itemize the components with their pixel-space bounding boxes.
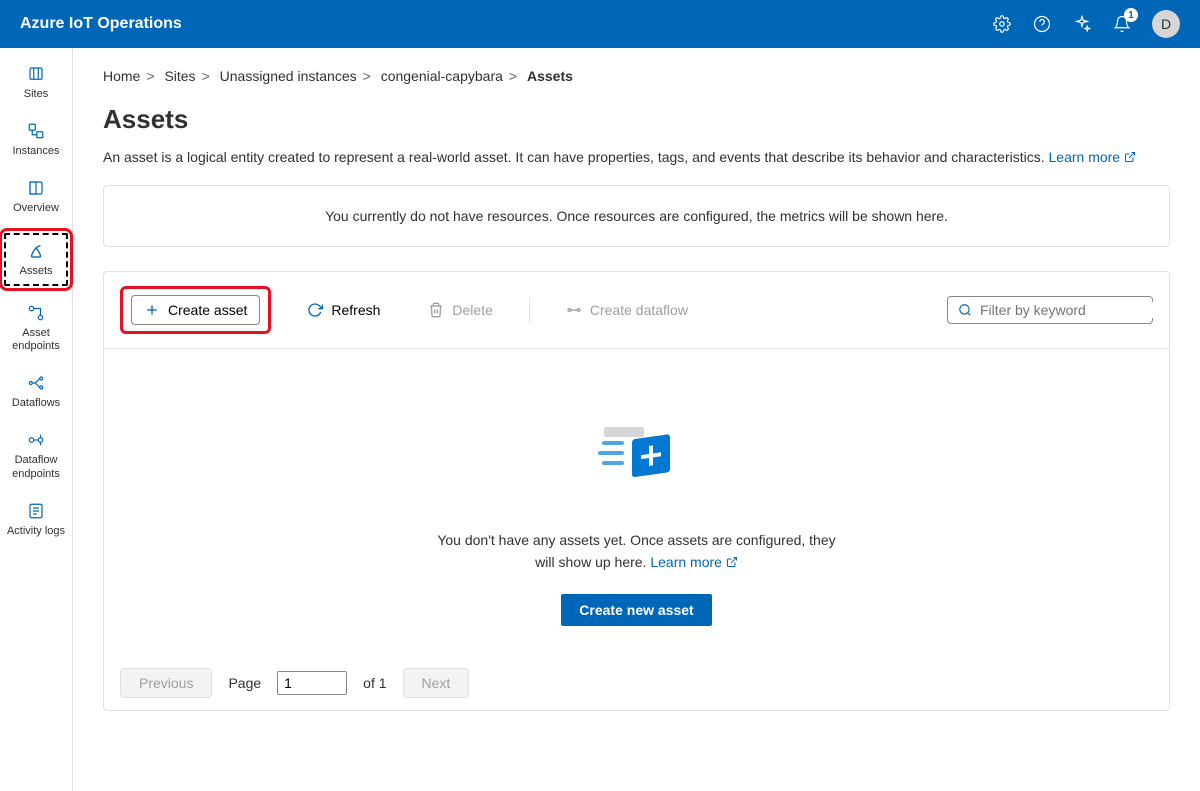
prev-button: Previous bbox=[120, 668, 212, 698]
sparkle-icon[interactable] bbox=[1072, 14, 1092, 34]
delete-button: Delete bbox=[416, 296, 504, 324]
notifications-icon[interactable]: 1 bbox=[1112, 14, 1132, 34]
search-icon bbox=[958, 303, 972, 317]
toolbar-divider bbox=[529, 297, 530, 323]
overview-icon bbox=[26, 178, 46, 198]
sidebar-item-label: Overview bbox=[13, 202, 59, 215]
refresh-icon bbox=[307, 302, 323, 318]
sidebar-item-dataflows[interactable]: Dataflows bbox=[4, 365, 68, 418]
empty-illustration bbox=[124, 409, 1149, 499]
sidebar-item-label: Dataflow endpoints bbox=[6, 454, 66, 480]
plus-icon bbox=[144, 302, 160, 318]
empty-text: You don't have any assets yet. Once asse… bbox=[427, 529, 847, 574]
search-box[interactable] bbox=[947, 296, 1153, 324]
create-dataflow-button: Create dataflow bbox=[554, 296, 700, 324]
breadcrumb: Home> Sites> Unassigned instances> conge… bbox=[103, 68, 1170, 84]
sidebar-item-dataflow-endpoints[interactable]: Dataflow endpoints bbox=[4, 422, 68, 488]
asset-endpoints-icon bbox=[26, 303, 46, 323]
dataflow-icon bbox=[566, 302, 582, 318]
avatar[interactable]: D bbox=[1152, 10, 1180, 38]
toolbar: Create asset Refresh Delete Create dataf… bbox=[104, 272, 1169, 349]
sidebar-item-label: Instances bbox=[12, 145, 59, 158]
search-input[interactable] bbox=[980, 302, 1161, 318]
external-link-icon bbox=[726, 556, 738, 568]
brand-title: Azure IoT Operations bbox=[20, 15, 182, 33]
settings-icon[interactable] bbox=[992, 14, 1012, 34]
create-asset-button[interactable]: Create asset bbox=[131, 295, 260, 325]
sidebar-item-asset-endpoints[interactable]: Asset endpoints bbox=[4, 295, 68, 361]
topbar-actions: 1 D bbox=[992, 10, 1180, 38]
sidebar-item-assets[interactable]: Assets bbox=[4, 233, 68, 286]
dataflow-endpoints-icon bbox=[26, 430, 46, 450]
top-bar: Azure IoT Operations 1 D bbox=[0, 0, 1200, 48]
sites-icon bbox=[26, 64, 46, 84]
activity-logs-icon bbox=[26, 501, 46, 521]
refresh-button[interactable]: Refresh bbox=[295, 296, 392, 324]
create-new-asset-button[interactable]: Create new asset bbox=[561, 594, 711, 626]
main-content: Home> Sites> Unassigned instances> conge… bbox=[73, 48, 1200, 791]
sidebar-item-label: Activity logs bbox=[7, 525, 65, 538]
next-button: Next bbox=[403, 668, 470, 698]
instances-icon bbox=[26, 121, 46, 141]
page-label: Page bbox=[228, 675, 261, 691]
sidebar-item-overview[interactable]: Overview bbox=[4, 170, 68, 223]
sidebar-item-label: Asset endpoints bbox=[6, 327, 66, 353]
learn-more-link[interactable]: Learn more bbox=[1049, 149, 1136, 165]
page-input[interactable] bbox=[277, 671, 347, 695]
breadcrumb-item[interactable]: Sites bbox=[164, 68, 195, 84]
notice-card: You currently do not have resources. Onc… bbox=[103, 185, 1170, 247]
sidebar-item-label: Assets bbox=[19, 265, 52, 278]
sidebar-item-activity-logs[interactable]: Activity logs bbox=[4, 493, 68, 546]
breadcrumb-current: Assets bbox=[527, 68, 573, 84]
sidebar-item-label: Sites bbox=[24, 88, 48, 101]
breadcrumb-item[interactable]: congenial-capybara bbox=[381, 68, 503, 84]
external-link-icon bbox=[1124, 151, 1136, 163]
help-icon[interactable] bbox=[1032, 14, 1052, 34]
sidebar-item-label: Dataflows bbox=[12, 397, 60, 410]
empty-learn-more-link[interactable]: Learn more bbox=[650, 554, 737, 570]
sidebar-item-instances[interactable]: Instances bbox=[4, 113, 68, 166]
sidebar-item-sites[interactable]: Sites bbox=[4, 56, 68, 109]
assets-panel: Create asset Refresh Delete Create dataf… bbox=[103, 271, 1170, 711]
assets-icon bbox=[26, 241, 46, 261]
notification-badge: 1 bbox=[1124, 8, 1138, 22]
highlight-create-asset: Create asset bbox=[120, 286, 271, 334]
notice-text: You currently do not have resources. Onc… bbox=[325, 208, 948, 224]
pagination: Previous Page of 1 Next bbox=[104, 656, 1169, 710]
highlight-assets-nav: Assets bbox=[0, 228, 73, 291]
breadcrumb-item[interactable]: Unassigned instances bbox=[220, 68, 357, 84]
breadcrumb-item[interactable]: Home bbox=[103, 68, 140, 84]
sidebar: Sites Instances Overview Assets Asset en… bbox=[0, 48, 73, 791]
page-description: An asset is a logical entity created to … bbox=[103, 149, 1170, 165]
dataflows-icon bbox=[26, 373, 46, 393]
page-title: Assets bbox=[103, 104, 1170, 135]
trash-icon bbox=[428, 302, 444, 318]
empty-state: You don't have any assets yet. Once asse… bbox=[104, 349, 1169, 656]
page-of-label: of 1 bbox=[363, 675, 386, 691]
